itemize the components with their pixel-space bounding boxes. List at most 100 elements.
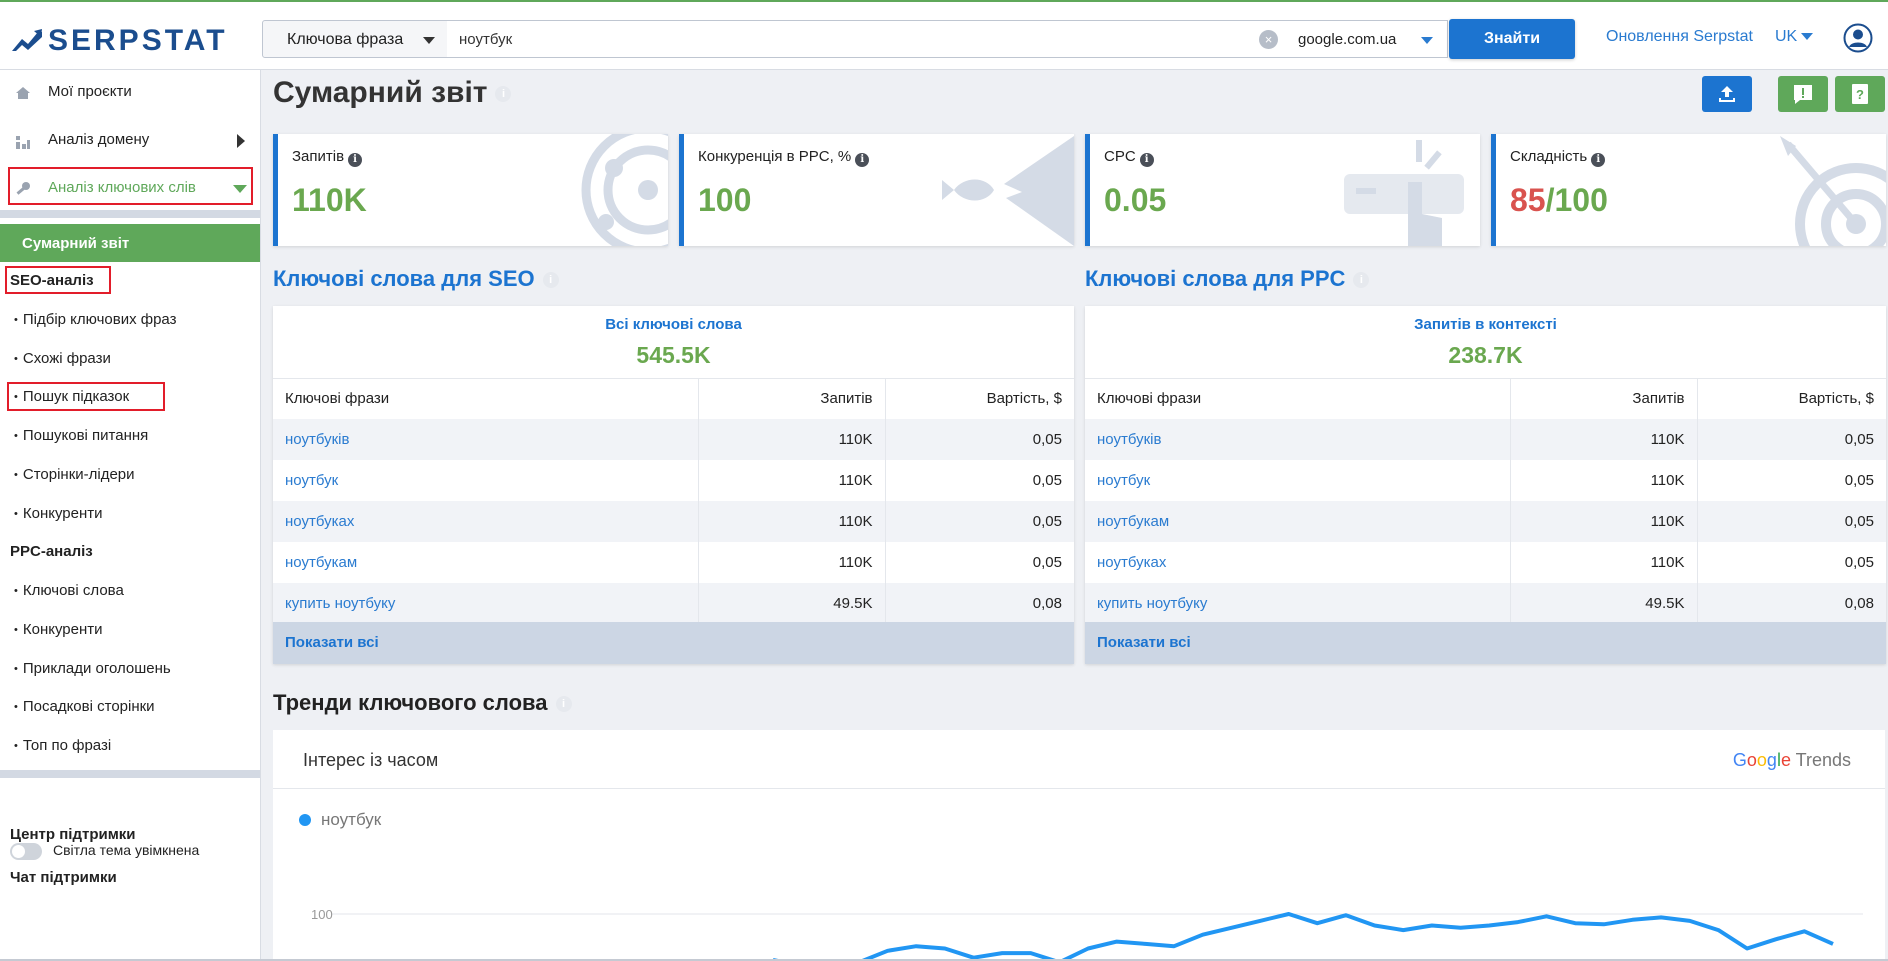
help-book-icon: ? xyxy=(1852,84,1868,104)
table-row: купить ноутбуку 49.5K 0,08 xyxy=(1085,582,1886,624)
info-icon[interactable]: i xyxy=(555,696,572,713)
seo-show-all-button[interactable]: Показати всі xyxy=(273,622,1074,664)
column-header[interactable]: Вартість, $ xyxy=(884,378,1074,419)
chevron-down-icon xyxy=(1421,37,1433,44)
metric-label: Запитів i xyxy=(292,148,363,167)
help-button[interactable]: ? xyxy=(1835,76,1885,112)
keyword-link[interactable]: ноутбуках xyxy=(1085,542,1510,583)
ppc-show-all-button[interactable]: Показати всі xyxy=(1085,622,1886,664)
cost-cell: 0,08 xyxy=(884,582,1074,624)
queries-cell: 49.5K xyxy=(697,582,885,624)
seo-keywords-total: 545.5K xyxy=(636,342,711,368)
sidebar-item-my-projects[interactable]: Мої проєкти xyxy=(0,72,260,112)
info-icon[interactable]: i xyxy=(1591,153,1606,167)
sidebar-item-keyword-selection[interactable]: Підбір ключових фраз xyxy=(14,311,177,328)
updates-link[interactable]: Оновлення Serpstat xyxy=(1606,28,1753,46)
column-header[interactable]: Запитів xyxy=(697,378,885,419)
column-header[interactable]: Ключові фрази xyxy=(273,378,698,419)
search-engine-value: google.com.ua xyxy=(1298,31,1397,48)
trends-title-text: Тренди ключового слова xyxy=(273,690,548,715)
metric-label: Складність i xyxy=(1510,148,1606,167)
export-button[interactable] xyxy=(1702,76,1752,112)
queries-cell: 110K xyxy=(697,500,885,542)
keyword-link[interactable]: ноутбук xyxy=(273,460,698,501)
queries-cell: 49.5K xyxy=(1509,582,1697,624)
sidebar-item-search-questions[interactable]: Пошукові питання xyxy=(14,427,148,444)
sidebar-item-similar-phrases[interactable]: Схожі фрази xyxy=(14,350,111,367)
seo-keywords-title[interactable]: Ключові слова для SEO i xyxy=(273,266,559,292)
cost-cell: 0,05 xyxy=(1696,541,1886,583)
keyword-link[interactable]: ноутбук xyxy=(1085,460,1510,501)
info-icon[interactable]: i xyxy=(495,86,512,103)
keyword-link[interactable]: ноутбукам xyxy=(1085,500,1510,542)
trends-panel: Інтерес із часом Google Trends ноутбук 1… xyxy=(273,730,1885,961)
sidebar-item-top-pages[interactable]: Сторінки-лідери xyxy=(14,466,135,483)
clear-icon[interactable]: × xyxy=(1259,30,1278,49)
keyword-link[interactable]: ноутбукам xyxy=(273,542,698,583)
info-icon[interactable]: i xyxy=(1139,153,1154,167)
sidebar-item-label: Мої проєкти xyxy=(48,83,132,100)
seo-keywords-panel: Всі ключові слова 545.5K Ключові фрази З… xyxy=(273,306,1074,664)
sidebar-item-ppc-keywords[interactable]: Ключові слова xyxy=(14,582,124,599)
metric-value: 85/100 xyxy=(1510,182,1608,219)
difficulty-score: 85 xyxy=(1510,182,1546,218)
theme-toggle[interactable] xyxy=(10,843,42,860)
sidebar-item-summary-report[interactable]: Сумарний звіт xyxy=(0,224,260,262)
table-header-row: Ключові фрази Запитів Вартість, $ xyxy=(273,378,1074,419)
info-icon[interactable]: i xyxy=(855,153,870,167)
info-icon[interactable]: i xyxy=(348,153,363,167)
section-ppc-analysis[interactable]: PPC-аналіз xyxy=(10,543,93,560)
language-select[interactable]: UK xyxy=(1775,28,1814,46)
ppc-keywords-subtitle[interactable]: Запитів в контексті xyxy=(1085,316,1886,333)
keyword-link[interactable]: купить ноутбуку xyxy=(1085,582,1510,624)
metric-card-queries: Запитів i 110K xyxy=(273,134,668,246)
column-header[interactable]: Вартість, $ xyxy=(1696,378,1886,419)
search-engine-select[interactable]: google.com.ua xyxy=(1288,20,1448,58)
cost-cell: 0,08 xyxy=(1696,582,1886,624)
search-input[interactable] xyxy=(447,20,1289,58)
sidebar-item-seo-competitors[interactable]: Конкуренти xyxy=(14,505,103,522)
feedback-button[interactable] xyxy=(1778,76,1828,112)
theme-toggle-label: Світла тема увімкнена xyxy=(53,842,200,858)
search-type-value: Ключова фраза xyxy=(287,31,404,48)
keyword-link[interactable]: ноутбуках xyxy=(273,500,698,542)
keyword-link[interactable]: купить ноутбуку xyxy=(273,582,698,624)
info-icon[interactable]: i xyxy=(542,272,559,289)
seo-keywords-title-text: Ключові слова для SEO xyxy=(273,266,535,291)
trend-chart: 100 xyxy=(311,907,1863,961)
support-chat-link[interactable]: Чат підтримки xyxy=(10,869,117,886)
support-center-link[interactable]: Центр підтримки xyxy=(10,826,136,843)
sidebar-item-ppc-competitors[interactable]: Конкуренти xyxy=(14,621,103,638)
user-avatar-icon[interactable] xyxy=(1843,23,1873,53)
home-icon xyxy=(16,87,30,99)
y-tick-label: 100 xyxy=(311,907,333,922)
sidebar-item-domain-analysis[interactable]: Аналіз домену xyxy=(0,120,260,160)
highlight-box xyxy=(8,167,253,205)
ppc-keywords-title[interactable]: Ключові слова для PPC i xyxy=(1085,266,1370,292)
sidebar-item-top-by-phrase[interactable]: Топ по фразі xyxy=(14,737,111,754)
info-icon[interactable]: i xyxy=(1353,272,1370,289)
sidebar-item-ad-examples[interactable]: Приклади оголошень xyxy=(14,660,171,677)
seo-keywords-subtitle[interactable]: Всі ключові слова xyxy=(273,316,1074,333)
cost-cell: 0,05 xyxy=(1696,459,1886,501)
ppc-keywords-total: 238.7K xyxy=(1448,342,1523,368)
queries-cell: 110K xyxy=(697,459,885,501)
table-row: ноутбук 110K 0,05 xyxy=(1085,459,1886,501)
queries-cell: 110K xyxy=(1509,459,1697,501)
metric-value: 100 xyxy=(698,182,752,218)
keyword-link[interactable]: ноутбуків xyxy=(1085,418,1510,460)
column-header[interactable]: Ключові фрази xyxy=(1085,378,1510,419)
logo-icon xyxy=(12,29,42,51)
metric-card-ppc-competition: Конкуренція в PPC, % i 100 xyxy=(679,134,1074,246)
top-bar: SERPSTAT Ключова фраза × google.com.ua З… xyxy=(0,0,1888,70)
find-button[interactable]: Знайти xyxy=(1449,19,1575,59)
serpstat-logo[interactable]: SERPSTAT xyxy=(12,24,228,58)
target-icon xyxy=(1780,136,1886,246)
search-type-select[interactable]: Ключова фраза xyxy=(262,20,448,58)
sidebar: Мої проєкти Аналіз домену Аналіз ключови… xyxy=(0,70,261,961)
column-header[interactable]: Запитів xyxy=(1509,378,1697,419)
click-icon xyxy=(1344,140,1464,246)
queries-cell: 110K xyxy=(1509,500,1697,542)
sidebar-item-landing-pages[interactable]: Посадкові сторінки xyxy=(14,698,155,715)
keyword-link[interactable]: ноутбуків xyxy=(273,418,698,460)
